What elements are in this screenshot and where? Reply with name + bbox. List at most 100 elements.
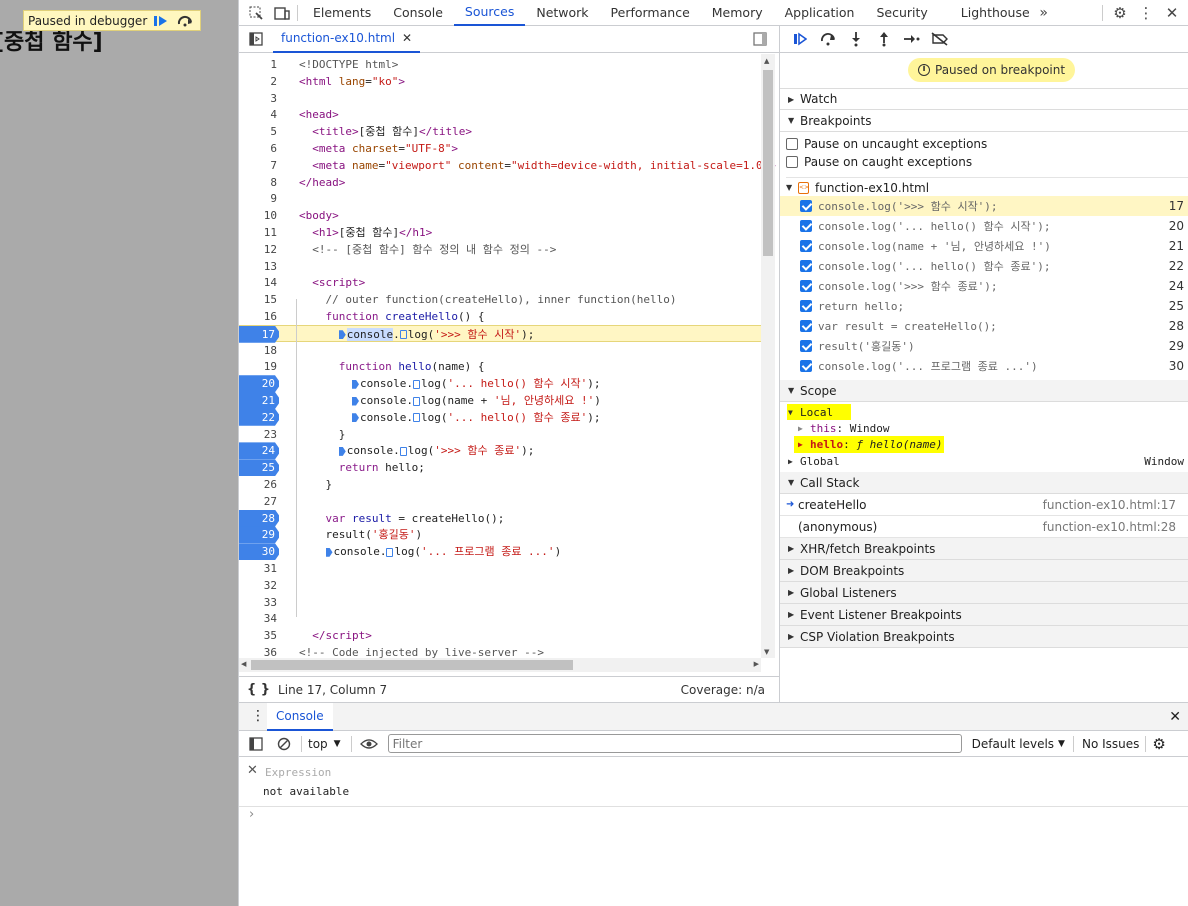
- code-line[interactable]: 16 function createHello() {: [239, 308, 763, 325]
- breakpoint-gutter-marker[interactable]: 30: [239, 543, 279, 561]
- callstack-frame-location[interactable]: function-ex10.html:28: [1043, 520, 1176, 534]
- line-number[interactable]: 5: [239, 123, 281, 140]
- tab-elements[interactable]: Elements: [302, 0, 382, 26]
- line-number[interactable]: 3: [239, 90, 281, 107]
- expression-input[interactable]: Expression: [265, 766, 331, 779]
- breakpoint-gutter-marker[interactable]: 25: [239, 459, 279, 477]
- code-line[interactable]: 21 console. log(name + '님, 안녕하세요 !'): [239, 392, 763, 409]
- step-over-icon[interactable]: [814, 28, 842, 50]
- code-line[interactable]: 32: [239, 577, 763, 594]
- line-number[interactable]: 8: [239, 174, 281, 191]
- breakpoint-item[interactable]: result('홍길동') 29: [780, 336, 1188, 356]
- code-line[interactable]: 14 <script>: [239, 274, 763, 291]
- breakpoint-gutter-marker[interactable]: 22: [239, 408, 279, 426]
- code-line[interactable]: 19 function hello(name) {: [239, 358, 763, 375]
- line-number[interactable]: 32: [239, 577, 281, 594]
- code-editor[interactable]: 1 <!DOCTYPE html> 2 <html lang="ko"> 3 4 <head…: [239, 54, 779, 658]
- breakpoint-checkbox[interactable]: [800, 240, 812, 252]
- code-line[interactable]: 29 result('홍길동'): [239, 526, 763, 544]
- editor-vertical-scrollbar[interactable]: ▲ ▼: [761, 54, 775, 658]
- breakpoint-item[interactable]: console.log('... 프로그램 종료 ...') 30: [780, 356, 1188, 376]
- remove-expression-icon[interactable]: ✕: [247, 763, 258, 778]
- code-line[interactable]: 2 <html lang="ko">: [239, 73, 763, 90]
- inspect-element-icon[interactable]: [245, 2, 267, 24]
- line-number[interactable]: 18: [239, 342, 281, 359]
- code-line[interactable]: 24 console. log('>>> 함수 종료');: [239, 442, 763, 460]
- step-over-icon[interactable]: [175, 12, 195, 29]
- code-line[interactable]: 27: [239, 493, 763, 510]
- code-line[interactable]: 30 console. log('... 프로그램 종료 ...'): [239, 543, 763, 561]
- code-line[interactable]: 33: [239, 594, 763, 611]
- code-line[interactable]: 7 <meta name="viewport" content="width=d…: [239, 157, 776, 174]
- code-line[interactable]: 36 <!-- Code injected by live-server -->: [239, 644, 763, 658]
- breakpoint-gutter-marker[interactable]: 29: [239, 526, 279, 544]
- breakpoint-item[interactable]: console.log('>>> 함수 종료'); 24: [780, 276, 1188, 296]
- tab-application[interactable]: Application: [774, 0, 866, 26]
- line-number[interactable]: 34: [239, 610, 281, 627]
- code-line[interactable]: 22 console. log('... hello() 함수 종료');: [239, 408, 763, 426]
- breakpoint-gutter-marker[interactable]: 24: [239, 442, 279, 460]
- breakpoint-item[interactable]: console.log(name + '님, 안녕하세요 !') 21: [780, 236, 1188, 256]
- drawer-tab-console[interactable]: Console: [267, 703, 333, 731]
- breakpoint-gutter-marker[interactable]: 20: [239, 375, 279, 393]
- line-number[interactable]: 2: [239, 73, 281, 90]
- tab-performance[interactable]: Performance: [600, 0, 701, 26]
- line-number[interactable]: 13: [239, 258, 281, 275]
- code-line[interactable]: 4 <head>: [239, 106, 763, 123]
- callstack-frame[interactable]: (anonymous) function-ex10.html:28: [780, 516, 1188, 538]
- code-line[interactable]: 31: [239, 560, 763, 577]
- code-line[interactable]: 15 // outer function(createHello), inner…: [239, 291, 763, 308]
- code-line[interactable]: 10 <body>: [239, 207, 763, 224]
- event-listener-breakpoints-header[interactable]: ▶ Event Listener Breakpoints: [780, 604, 1188, 626]
- line-number[interactable]: 1: [239, 56, 281, 73]
- context-selector[interactable]: top ▼: [308, 737, 341, 751]
- breakpoint-checkbox[interactable]: [800, 360, 812, 372]
- code-line[interactable]: 34: [239, 610, 763, 627]
- global-scope-row[interactable]: ▶ Global Window: [788, 451, 1184, 471]
- xhr-breakpoints-header[interactable]: ▶ XHR/fetch Breakpoints: [780, 538, 1188, 560]
- code-line[interactable]: 23 }: [239, 426, 763, 443]
- code-line[interactable]: 28 var result = createHello();: [239, 509, 763, 527]
- device-toolbar-icon[interactable]: [271, 2, 293, 24]
- breakpoint-gutter-marker[interactable]: 28: [239, 509, 279, 527]
- breakpoint-checkbox[interactable]: [800, 220, 812, 232]
- line-number[interactable]: 12: [239, 241, 281, 258]
- code-line[interactable]: 26 }: [239, 476, 763, 493]
- toggle-navigator-icon[interactable]: [245, 28, 267, 50]
- pause-uncaught-checkbox-row[interactable]: Pause on uncaught exceptions: [786, 134, 1188, 154]
- pause-uncaught-checkbox[interactable]: [786, 138, 798, 150]
- pause-caught-checkbox-row[interactable]: Pause on caught exceptions: [786, 152, 1188, 172]
- more-tabs-icon[interactable]: »: [1033, 2, 1055, 24]
- breakpoint-gutter-marker[interactable]: 21: [239, 392, 279, 409]
- console-prompt-icon[interactable]: ›: [249, 807, 254, 822]
- line-number[interactable]: 4: [239, 106, 281, 123]
- code-line[interactable]: 12 <!-- [중첩 함수] 함수 정의 내 함수 정의 -->: [239, 241, 763, 258]
- csp-violation-breakpoints-header[interactable]: ▶ CSP Violation Breakpoints: [780, 626, 1188, 648]
- line-number[interactable]: 9: [239, 190, 281, 207]
- console-settings-gear-icon[interactable]: ⚙: [1152, 735, 1165, 753]
- breakpoints-section-header[interactable]: ▼ Breakpoints: [780, 110, 1188, 132]
- close-file-icon[interactable]: ✕: [402, 31, 412, 45]
- step-into-icon[interactable]: [842, 28, 870, 50]
- breakpoint-checkbox[interactable]: [800, 340, 812, 352]
- step-icon[interactable]: [898, 28, 926, 50]
- watch-section-header[interactable]: ▶ Watch: [780, 88, 1188, 110]
- callstack-frame-current[interactable]: ➜ createHello function-ex10.html:17: [780, 494, 1188, 516]
- code-line[interactable]: 9: [239, 190, 763, 207]
- line-number[interactable]: 14: [239, 274, 281, 291]
- line-number[interactable]: 19: [239, 358, 281, 375]
- line-number[interactable]: 33: [239, 594, 281, 611]
- breakpoint-file-row[interactable]: ▼ <> function-ex10.html: [786, 177, 1188, 197]
- breakpoint-item[interactable]: console.log('... hello() 함수 시작'); 20: [780, 216, 1188, 236]
- breakpoint-gutter-marker[interactable]: 17: [239, 325, 279, 343]
- close-drawer-icon[interactable]: ✕: [1169, 709, 1181, 725]
- line-number[interactable]: 35: [239, 627, 281, 644]
- breakpoint-item[interactable]: console.log('>>> 함수 시작'); 17: [780, 196, 1188, 216]
- tab-sources[interactable]: Sources: [453, 0, 526, 26]
- code-line[interactable]: 17 console. log('>>> 함수 시작');: [239, 324, 763, 343]
- issues-count[interactable]: No Issues: [1082, 737, 1139, 751]
- line-number[interactable]: 7: [239, 157, 281, 174]
- tab-security[interactable]: Security: [865, 0, 938, 26]
- tab-lighthouse[interactable]: Lighthouse: [939, 0, 1041, 26]
- line-number[interactable]: 15: [239, 291, 281, 308]
